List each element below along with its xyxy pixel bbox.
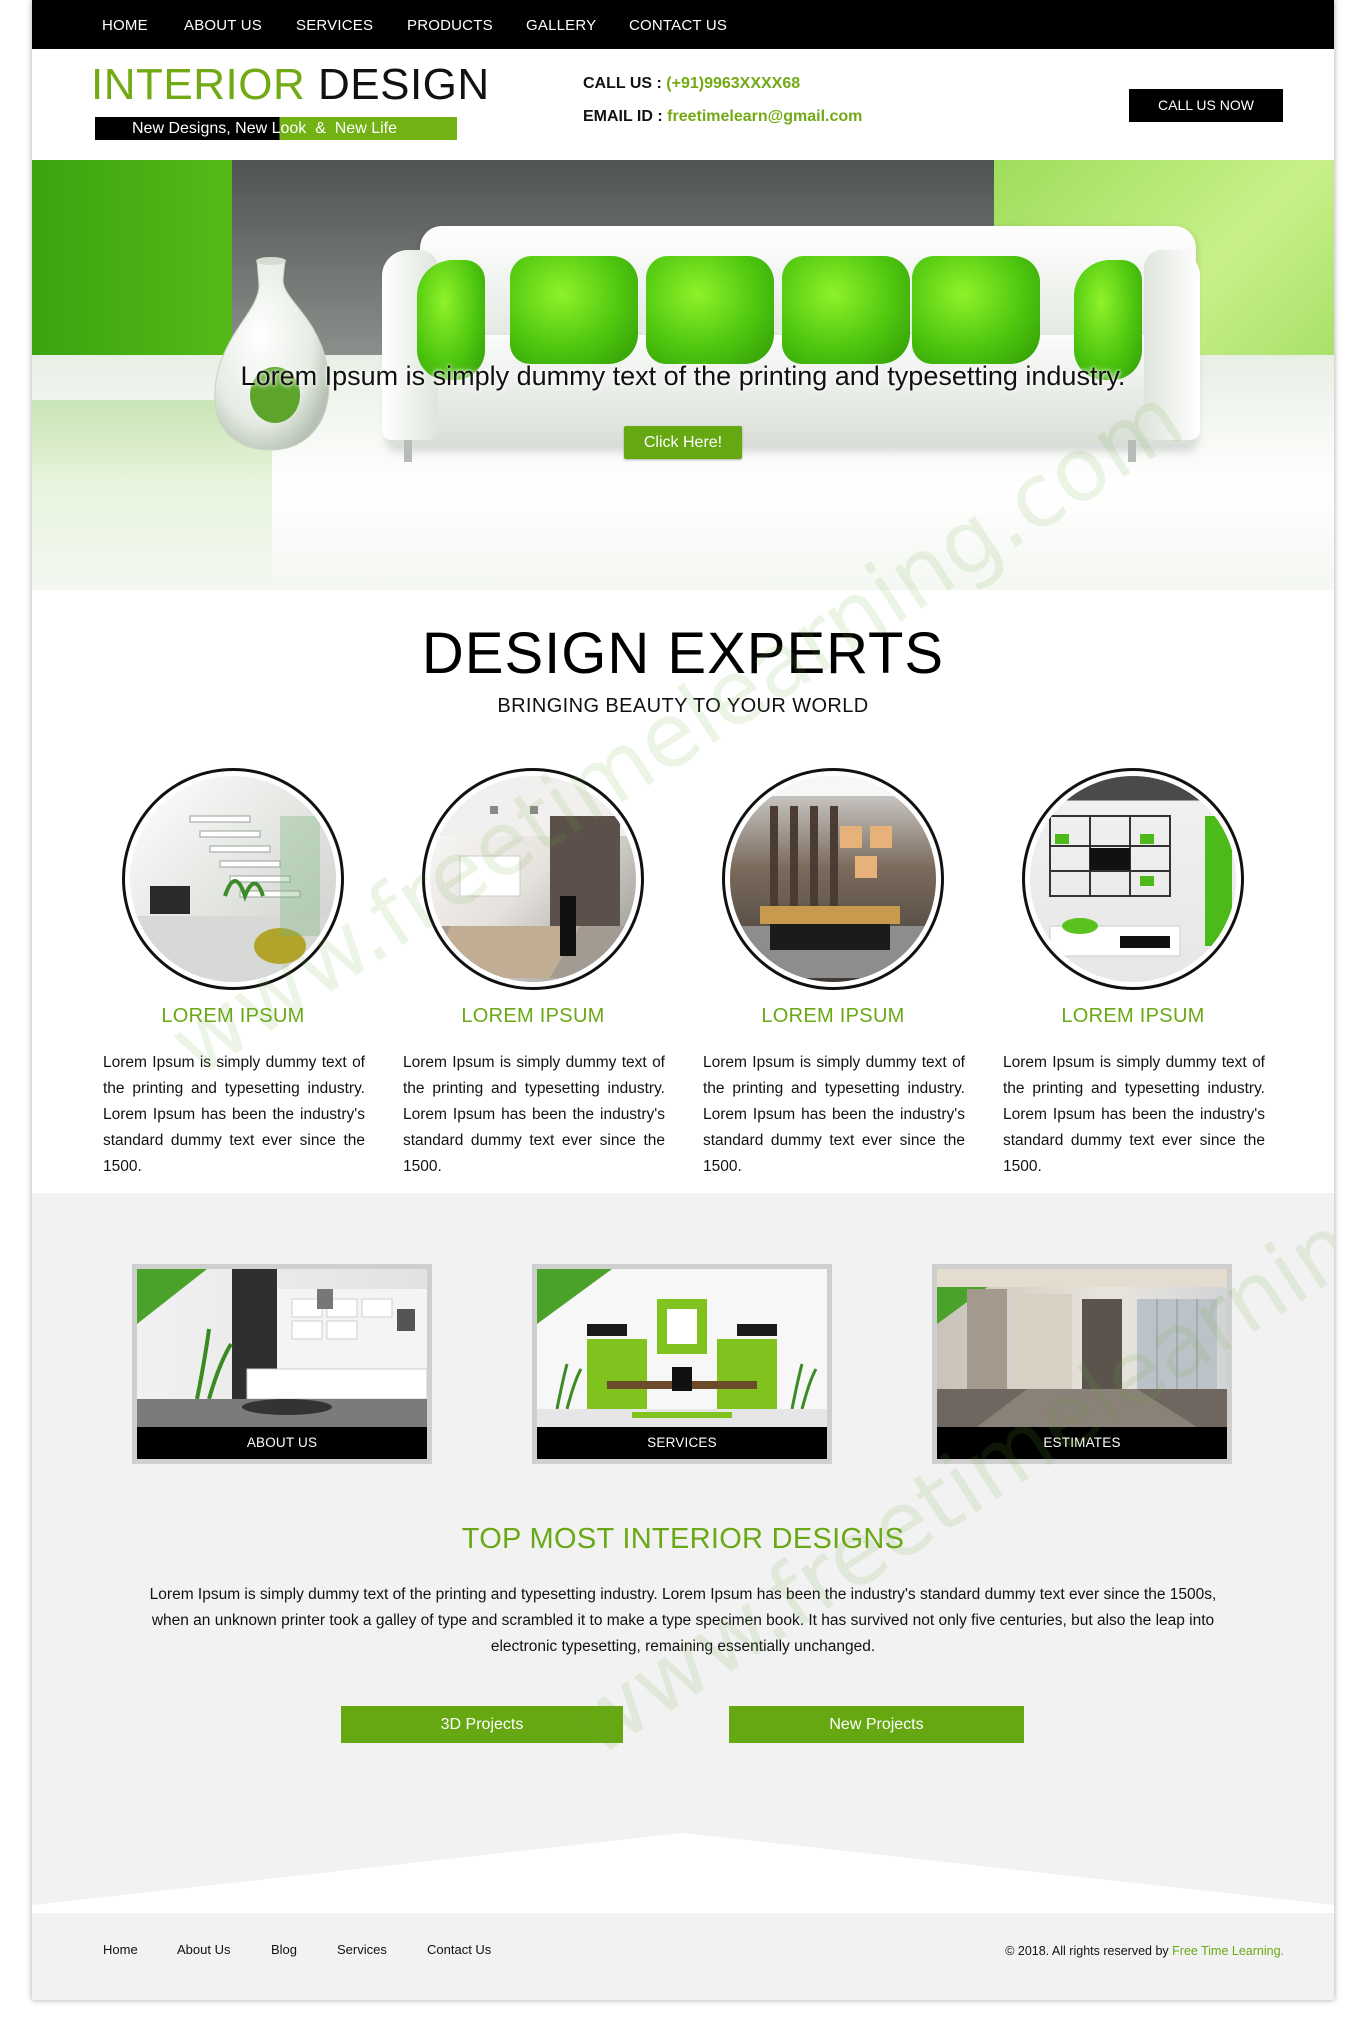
logo-tagline: New Designs, New Look & New Life bbox=[95, 117, 457, 140]
pillow bbox=[510, 256, 638, 364]
copyright-notice: © 2018. All rights reserved by Free Time… bbox=[1005, 1944, 1284, 1958]
sofa-leg bbox=[1128, 440, 1136, 462]
about-us-caption: ABOUT US bbox=[137, 1427, 427, 1459]
vase-icon bbox=[214, 257, 330, 451]
nav-services[interactable]: SERVICES bbox=[296, 17, 373, 34]
logo-part-green: INTERIOR bbox=[91, 60, 306, 109]
pillow bbox=[782, 256, 910, 364]
call-us-label: CALL US : bbox=[583, 75, 662, 92]
column-text: Lorem Ipsum is simply dummy text of the … bbox=[703, 1054, 965, 1175]
logo-part-black: DESIGN bbox=[317, 60, 490, 109]
column-text: Lorem Ipsum is simply dummy text of the … bbox=[103, 1054, 365, 1175]
sofa-leg bbox=[404, 440, 412, 462]
footer-link-contact-us[interactable]: Contact Us bbox=[427, 1942, 491, 1957]
sofa-arm-right bbox=[1144, 250, 1200, 440]
footer-link-home[interactable]: Home bbox=[103, 1942, 138, 1957]
hero-banner: Lorem Ipsum is simply dummy text of the … bbox=[32, 160, 1334, 590]
column-text: Lorem Ipsum is simply dummy text of the … bbox=[403, 1054, 665, 1175]
column-heading: LOREM IPSUM bbox=[461, 1005, 605, 1027]
nav-contact-us[interactable]: CONTACT US bbox=[629, 17, 727, 34]
estimates-room-image bbox=[937, 1269, 1227, 1427]
footer-divider-shape bbox=[32, 1833, 1334, 1913]
nav-home[interactable]: HOME bbox=[102, 17, 148, 34]
office-room-icon bbox=[430, 776, 632, 978]
nav-products[interactable]: PRODUCTS bbox=[407, 17, 493, 34]
section-subtitle: BRINGING BEAUTY TO YOUR WORLD bbox=[497, 695, 869, 717]
services-caption: SERVICES bbox=[537, 1427, 827, 1459]
living-room-icon bbox=[1049, 815, 1232, 957]
3d-projects-button[interactable]: 3D Projects bbox=[341, 1706, 623, 1743]
page: HOME ABOUT US SERVICES PRODUCTS GALLERY … bbox=[32, 0, 1334, 2000]
expert-image-living[interactable] bbox=[1022, 768, 1244, 990]
copyright-brand-link[interactable]: Free Time Learning. bbox=[1172, 1944, 1284, 1958]
hero-headline: Lorem Ipsum is simply dummy text of the … bbox=[240, 361, 1126, 391]
top-navigation: HOME ABOUT US SERVICES PRODUCTS GALLERY … bbox=[32, 0, 1334, 49]
new-projects-button[interactable]: New Projects bbox=[729, 1706, 1024, 1743]
pillow bbox=[646, 256, 774, 364]
services-card[interactable]: SERVICES bbox=[532, 1264, 832, 1464]
email-address[interactable]: freetimelearn@gmail.com bbox=[667, 108, 862, 125]
click-here-button[interactable]: Click Here! bbox=[624, 426, 742, 459]
nav-about-us[interactable]: ABOUT US bbox=[184, 17, 262, 34]
expert-image-staircase[interactable] bbox=[122, 768, 344, 990]
email-line: EMAIL ID : freetimelearn@gmail.com bbox=[583, 108, 862, 126]
expert-image-office[interactable] bbox=[422, 768, 644, 990]
footer-link-blog[interactable]: Blog bbox=[271, 1942, 297, 1957]
pillow bbox=[912, 256, 1040, 364]
about-room-image bbox=[137, 1269, 427, 1427]
estimates-caption: ESTIMATES bbox=[937, 1427, 1227, 1459]
email-label: EMAIL ID : bbox=[583, 108, 663, 125]
expert-image-boardroom[interactable] bbox=[722, 768, 944, 990]
top-designs-text: Lorem Ipsum is simply dummy text of the … bbox=[149, 1586, 1217, 1655]
staircase-room-icon bbox=[130, 815, 332, 978]
copyright-text: © 2018. All rights reserved by bbox=[1005, 1944, 1169, 1958]
estimates-card[interactable]: ESTIMATES bbox=[932, 1264, 1232, 1464]
call-us-number: (+91)9963XXXX68 bbox=[666, 75, 801, 92]
column-text: Lorem Ipsum is simply dummy text of the … bbox=[1003, 1054, 1265, 1175]
footer-link-about-us[interactable]: About Us bbox=[177, 1942, 230, 1957]
column-heading: LOREM IPSUM bbox=[761, 1005, 905, 1027]
services-room-image bbox=[537, 1269, 827, 1427]
call-us-now-button[interactable]: CALL US NOW bbox=[1129, 89, 1283, 122]
boardroom-icon bbox=[730, 776, 932, 978]
footer-link-services[interactable]: Services bbox=[337, 1942, 387, 1957]
top-designs-title: TOP MOST INTERIOR DESIGNS bbox=[461, 1523, 905, 1555]
column-heading: LOREM IPSUM bbox=[161, 1005, 305, 1027]
call-us-line: CALL US : (+91)9963XXXX68 bbox=[583, 75, 800, 93]
section-title: DESIGN EXPERTS bbox=[421, 621, 945, 686]
nav-gallery[interactable]: GALLERY bbox=[526, 17, 596, 34]
column-heading: LOREM IPSUM bbox=[1061, 1005, 1205, 1027]
site-logo[interactable]: INTERIOR DESIGN bbox=[91, 60, 490, 110]
about-us-card[interactable]: ABOUT US bbox=[132, 1264, 432, 1464]
